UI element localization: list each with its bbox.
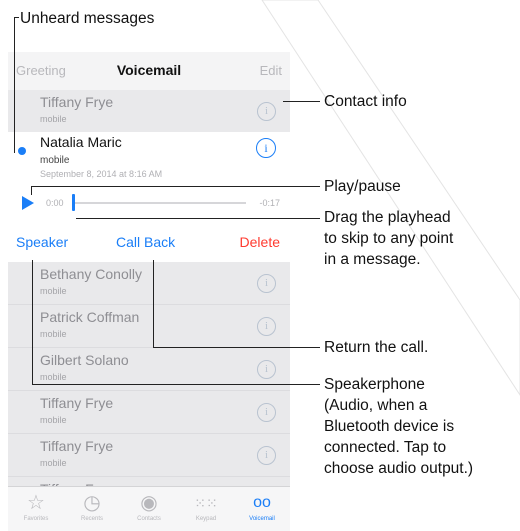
callout-drag-playhead: Drag the playhead to skip to any point i… xyxy=(324,207,453,270)
speaker-button[interactable]: Speaker xyxy=(16,234,68,250)
play-icon[interactable] xyxy=(22,196,34,210)
leader-line xyxy=(153,260,154,348)
leader-line xyxy=(14,17,15,153)
voicemail-row[interactable]: Bethany Conolly mobile i xyxy=(8,262,290,305)
callout-line: to skip to any point xyxy=(324,230,454,247)
page-title: Voicemail xyxy=(116,62,182,78)
tab-contacts[interactable]: ◉ Contacts xyxy=(123,490,175,522)
tab-keypad[interactable]: ⁙⁙ Keypad xyxy=(180,490,232,522)
contact-type: mobile xyxy=(40,114,67,124)
callout-speakerphone: Speakerphone (Audio, when a Bluetooth de… xyxy=(324,374,473,479)
info-icon[interactable]: i xyxy=(257,102,276,121)
leader-line xyxy=(14,17,19,18)
leader-line xyxy=(31,186,32,195)
tab-label: Keypad xyxy=(195,516,217,522)
remaining-time: -0:17 xyxy=(259,198,280,208)
info-icon[interactable]: i xyxy=(257,317,276,336)
contact-name: Bethany Conolly xyxy=(40,266,142,282)
callout-unheard-messages: Unheard messages xyxy=(20,10,155,27)
call-back-button[interactable]: Call Back xyxy=(116,234,175,250)
contact-name: Natalia Maric xyxy=(40,134,122,150)
clock-icon: ◷ xyxy=(83,492,101,514)
tab-recents[interactable]: ◷ Recents xyxy=(66,490,118,522)
contact-type: mobile xyxy=(40,458,67,468)
callout-play-pause: Play/pause xyxy=(324,178,401,195)
contact-type: mobile xyxy=(40,286,67,296)
keypad-icon: ⁙⁙ xyxy=(194,495,218,511)
info-icon[interactable]: i xyxy=(257,274,276,293)
callout-return-call: Return the call. xyxy=(324,339,429,356)
contact-name: Gilbert Solano xyxy=(40,352,129,368)
tab-label: Favorites xyxy=(23,516,49,522)
voicemail-screen: Greeting Voicemail Edit Tiffany Frye mob… xyxy=(8,52,290,531)
leader-line xyxy=(31,186,320,187)
voicemail-row[interactable]: Tiffany Frye mobile i xyxy=(8,90,290,133)
voicemail-row[interactable]: Tiffany Frye mobile i xyxy=(8,391,290,434)
info-icon[interactable]: i xyxy=(256,138,276,158)
callout-line: Bluetooth device is xyxy=(324,418,455,435)
edit-button[interactable]: Edit xyxy=(260,63,282,78)
contact-name: Tiffany Frye xyxy=(40,395,114,411)
leader-line xyxy=(76,218,320,219)
voicemail-row-expanded[interactable]: Natalia Maric mobile September 8, 2014 a… xyxy=(8,132,290,262)
callout-contact-info: Contact info xyxy=(324,93,407,110)
unheard-dot-icon xyxy=(18,147,26,155)
contact-type: mobile xyxy=(40,372,67,382)
leader-line xyxy=(153,347,320,348)
star-icon: ☆ xyxy=(27,492,45,514)
elapsed-time: 0:00 xyxy=(46,198,64,208)
person-icon: ◉ xyxy=(140,492,158,514)
navigation-bar: Greeting Voicemail Edit xyxy=(8,52,290,91)
tab-voicemail[interactable]: oo Voicemail xyxy=(236,490,288,522)
tab-label: Recents xyxy=(80,516,103,522)
playhead-handle[interactable] xyxy=(72,194,75,211)
contact-type: mobile xyxy=(40,155,70,166)
contact-name: Tiffany Frye xyxy=(40,94,114,110)
info-icon[interactable]: i xyxy=(257,403,276,422)
tab-bar: ☆ Favorites ◷ Recents ◉ Contacts ⁙⁙ Keyp… xyxy=(8,486,290,531)
contact-type: mobile xyxy=(40,329,67,339)
voicemail-row[interactable]: Tiffany Frye mobile i xyxy=(8,434,290,477)
callout-line: Speakerphone xyxy=(324,376,425,393)
leader-line xyxy=(283,101,320,102)
tab-favorites[interactable]: ☆ Favorites xyxy=(10,490,62,522)
callout-line: connected. Tap to xyxy=(324,439,447,456)
contact-type: mobile xyxy=(40,415,67,425)
tab-label: Contacts xyxy=(137,516,161,522)
delete-button[interactable]: Delete xyxy=(240,234,280,250)
scrubber-track[interactable] xyxy=(74,202,246,204)
callout-line: Drag the playhead xyxy=(324,209,451,226)
leader-line xyxy=(32,260,33,385)
contact-name: Patrick Coffman xyxy=(40,309,140,325)
callout-line: in a message. xyxy=(324,251,421,268)
tab-label: Voicemail xyxy=(249,516,275,522)
info-icon[interactable]: i xyxy=(257,446,276,465)
info-icon[interactable]: i xyxy=(257,360,276,379)
callout-line: choose audio output.) xyxy=(324,460,474,477)
contact-name: Tiffany Frye xyxy=(40,438,114,454)
callout-line: (Audio, when a xyxy=(324,397,428,414)
voicemail-row[interactable]: Patrick Coffman mobile i xyxy=(8,305,290,348)
leader-line xyxy=(32,384,320,385)
message-date: September 8, 2014 at 8:16 AM xyxy=(40,169,163,179)
voicemail-icon: oo xyxy=(253,494,271,511)
